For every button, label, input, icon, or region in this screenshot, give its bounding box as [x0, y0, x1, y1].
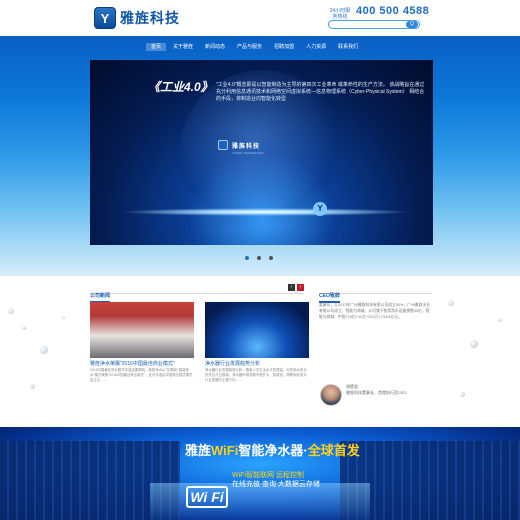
ceo-avatar: [320, 384, 342, 406]
search-icon[interactable]: Q: [406, 21, 418, 28]
hero-banner[interactable]: 《工业4.0》 "工业4.0"概念即是以智能制造为主导的第四次工业革命 或革命性…: [90, 60, 433, 245]
main-nav: 首页 关于雅旌 新闻动态 产品与服务 招聘加盟 人力资源 联系我们: [146, 43, 363, 51]
news-card-title[interactable]: 雅旌净水荣膺"2016中国最佳商业模式": [90, 360, 194, 367]
banner-title: 《工业4.0》: [148, 80, 213, 94]
hotline-label: 24小时服务热线: [329, 8, 351, 20]
light-beam: [120, 208, 410, 216]
ceo-position: 雅旌科技董事长、首席执行官CEO: [346, 390, 407, 395]
carousel-dot[interactable]: [257, 256, 261, 260]
promo-title-highlight: WiFi: [211, 443, 239, 458]
news-image[interactable]: [205, 302, 309, 358]
news-arrows: ‹ ›: [288, 284, 304, 291]
banner-brand-name: 雅旌科技: [232, 143, 261, 150]
brand-logo-icon: [218, 140, 228, 150]
water-droplet: [470, 340, 478, 348]
nav-item-products[interactable]: 产品与服务: [232, 43, 267, 51]
news-card[interactable]: 雅旌净水荣膺"2016中国最佳商业模式" 2016中国最佳商业模式评选结果揭晓，…: [90, 302, 194, 383]
carousel-dots: [245, 256, 273, 260]
search-box: Q: [328, 20, 420, 37]
banner-brand-sub: YAJING TECHNOLOGY: [232, 151, 265, 155]
banner-description: "工业4.0"概念即是以智能制造为主导的第四次工业革命 或革命性的生产方法。 该…: [216, 82, 425, 102]
promo-title: 雅旌WiFi智能净水器·全球首发: [185, 440, 360, 459]
water-droplet: [460, 392, 465, 397]
carousel-dot[interactable]: [269, 256, 273, 260]
ceo-message: 董事长，至2013年广州雅旌科技有限公司成立50%，广州雅旌水业有限公司成立，智…: [319, 303, 430, 319]
top-header: Y 雅旌科技 24小时服务热线 400 500 4588 Q: [0, 0, 520, 37]
ceo-section-header: CEO致辞: [319, 284, 432, 303]
promo-title-prefix: 雅旌: [185, 443, 212, 458]
water-droplet: [62, 316, 65, 319]
water-droplet: [40, 346, 48, 354]
nav-item-join[interactable]: 招聘加盟: [269, 43, 299, 51]
wifi-badge-icon: Wi Fi: [186, 486, 228, 508]
next-arrow-icon[interactable]: ›: [297, 284, 304, 291]
nav-item-hr[interactable]: 人力资源: [301, 43, 331, 51]
hotline: 24小时服务热线 400 500 4588: [328, 5, 429, 20]
hotline-number: 400 500 4588: [356, 5, 430, 17]
banner-brand: 雅旌科技: [218, 140, 260, 150]
news-section-header: 公司新闻 ‹ ›: [90, 284, 304, 303]
nav-item-home[interactable]: 首页: [146, 43, 167, 51]
promo-features: WiFi智能联网 远程控制 在线充值 查询 大数据云存储: [232, 471, 320, 489]
news-card[interactable]: 净水器行业发展趋势分析 净水器行业发展趋势分析：随着人们生活水平的提高，对饮用水…: [205, 302, 309, 383]
site-logo[interactable]: Y 雅旌科技: [94, 7, 180, 29]
water-droplet: [498, 318, 502, 322]
news-card-text: 净水器行业发展趋势分析：随着人们生活水平的提高，对饮用水安全的关注与日俱增，净水…: [205, 368, 307, 382]
water-droplet: [30, 384, 35, 389]
prev-arrow-icon[interactable]: ‹: [288, 284, 295, 291]
nav-item-about[interactable]: 关于雅旌: [168, 43, 198, 51]
carousel-dot[interactable]: [245, 256, 249, 260]
logo-text: 雅旌科技: [120, 10, 180, 26]
news-image[interactable]: [90, 302, 194, 358]
nav-item-news[interactable]: 新闻动态: [200, 43, 230, 51]
water-droplet: [448, 300, 454, 306]
logo-mark-icon: Y: [94, 7, 116, 29]
nav-item-contact[interactable]: 联系我们: [333, 43, 363, 51]
water-droplet: [22, 326, 26, 330]
news-card-title[interactable]: 净水器行业发展趋势分析: [205, 360, 309, 367]
news-card-text: 2016中国最佳商业模式评选结果揭晓，雅旌净水以"互联网+智能净水"模式荣膺"2…: [90, 368, 193, 382]
promo-title-suffix: 全球首发: [307, 443, 360, 458]
promo-line-1: WiFi智能联网 远程控制: [232, 472, 304, 479]
ceo-name-block: 胡楚君 雅旌科技董事长、首席执行官CEO: [346, 384, 426, 396]
glowing-logo-icon: Y: [313, 202, 327, 216]
promo-line-2: 在线充值 查询 大数据云存储: [232, 481, 320, 488]
promo-title-middle: 智能净水器·: [238, 443, 308, 458]
water-droplet: [8, 308, 14, 314]
